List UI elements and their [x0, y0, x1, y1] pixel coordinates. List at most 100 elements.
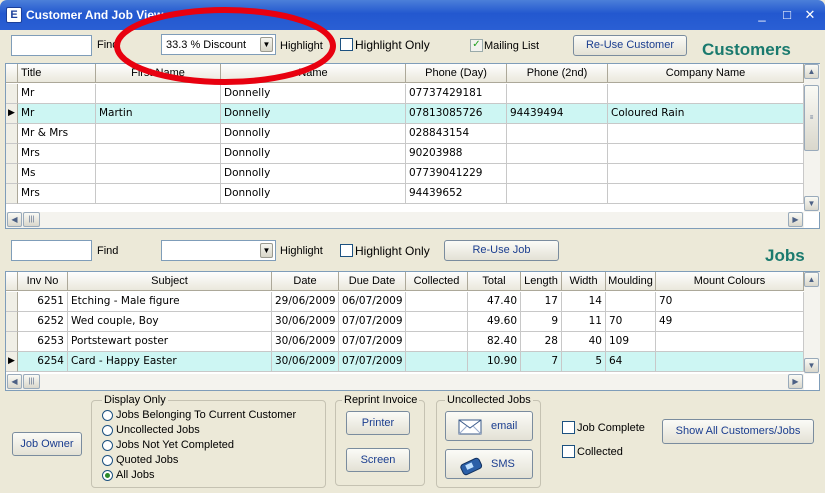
job-cell[interactable]: 7 — [521, 352, 562, 372]
col-header-collected[interactable]: Collected — [406, 272, 468, 291]
job-cell[interactable]: 6251 — [18, 292, 68, 312]
job-cell[interactable]: 70 — [606, 312, 656, 332]
customer-cell[interactable]: 94439652 — [406, 184, 507, 204]
job-cell[interactable]: 07/07/2009 — [339, 312, 406, 332]
job-cell[interactable]: 6253 — [18, 332, 68, 352]
customer-cell[interactable]: Mrs — [18, 184, 96, 204]
job-cell[interactable]: 40 — [562, 332, 606, 352]
scroll-left-icon[interactable]: ◀ — [7, 212, 22, 227]
job-cell[interactable]: 6252 — [18, 312, 68, 332]
customer-cell[interactable] — [507, 164, 608, 184]
show-all-customers-jobs-button[interactable]: Show All Customers/Jobs — [662, 419, 814, 444]
close-button[interactable]: ✕ — [801, 6, 819, 24]
customer-cell[interactable]: 07739041229 — [406, 164, 507, 184]
reuse-job-button[interactable]: Re-Use Job — [444, 240, 559, 261]
row-selector[interactable] — [6, 144, 18, 164]
customer-cell[interactable]: Mr — [18, 84, 96, 104]
job-cell[interactable]: 30/06/2009 — [272, 352, 339, 372]
job-cell[interactable]: 82.40 — [468, 332, 521, 352]
job-cell[interactable]: 14 — [562, 292, 606, 312]
customer-cell[interactable] — [507, 144, 608, 164]
col-header-date[interactable]: Date — [272, 272, 339, 291]
job-cell[interactable] — [406, 352, 468, 372]
customer-cell[interactable]: Mr & Mrs — [18, 124, 96, 144]
job-cell[interactable]: Portstewart poster — [68, 332, 272, 352]
scroll-up-icon[interactable]: ▲ — [804, 272, 819, 287]
row-selector[interactable]: ▶ — [6, 104, 18, 124]
customer-cell[interactable]: Donnolly — [221, 124, 406, 144]
row-selector[interactable] — [6, 184, 18, 204]
display-only-radio[interactable] — [102, 470, 113, 481]
job-cell[interactable]: 70 — [656, 292, 804, 312]
customer-cell[interactable]: Ms — [18, 164, 96, 184]
col-header-moulding[interactable]: Moulding — [606, 272, 656, 291]
customer-cell[interactable] — [608, 144, 804, 164]
customer-cell[interactable]: Coloured Rain — [608, 104, 804, 124]
job-cell[interactable] — [656, 332, 804, 352]
col-header-inv-no[interactable]: Inv No — [18, 272, 68, 291]
maximize-button[interactable]: □ — [778, 6, 796, 24]
job-cell[interactable] — [656, 352, 804, 372]
row-selector[interactable] — [6, 164, 18, 184]
chevron-down-icon[interactable]: ▼ — [260, 243, 273, 258]
job-cell[interactable]: 109 — [606, 332, 656, 352]
customer-cell[interactable] — [96, 124, 221, 144]
job-cell[interactable]: Card - Happy Easter — [68, 352, 272, 372]
col-header-due-date[interactable]: Due Date — [339, 272, 406, 291]
job-cell[interactable]: 10.90 — [468, 352, 521, 372]
customer-cell[interactable] — [608, 164, 804, 184]
sms-button[interactable]: SMS — [445, 449, 533, 479]
job-cell[interactable]: 64 — [606, 352, 656, 372]
job-cell[interactable]: 49 — [656, 312, 804, 332]
job-cell[interactable]: 49.60 — [468, 312, 521, 332]
job-cell[interactable]: Wed couple, Boy — [68, 312, 272, 332]
row-selector[interactable] — [6, 332, 18, 352]
customers-vscrollbar[interactable]: ▲ ≡ ▼ — [804, 64, 820, 212]
job-cell[interactable]: 06/07/2009 — [339, 292, 406, 312]
customer-cell[interactable]: Donnolly — [221, 144, 406, 164]
customer-cell[interactable] — [507, 84, 608, 104]
job-cell[interactable]: 30/06/2009 — [272, 332, 339, 352]
reprint-printer-button[interactable]: Printer — [346, 411, 410, 435]
col-header-mount-colours[interactable]: Mount Colours — [656, 272, 804, 291]
job-cell[interactable] — [606, 292, 656, 312]
display-only-radio[interactable] — [102, 425, 113, 436]
scroll-thumb[interactable]: ≡ — [804, 85, 819, 151]
customer-cell[interactable]: Donnolly — [221, 164, 406, 184]
reprint-screen-button[interactable]: Screen — [346, 448, 410, 472]
minimize-button[interactable]: _ — [753, 6, 771, 24]
customer-cell[interactable]: Mrs — [18, 144, 96, 164]
col-header-company-name[interactable]: Company Name — [608, 64, 804, 83]
scroll-down-icon[interactable]: ▼ — [804, 196, 819, 211]
job-cell[interactable] — [406, 312, 468, 332]
scroll-down-icon[interactable]: ▼ — [804, 358, 819, 373]
job-cell[interactable]: 5 — [562, 352, 606, 372]
col-header-phone-2nd[interactable]: Phone (2nd) — [507, 64, 608, 83]
job-find-input[interactable] — [11, 240, 92, 261]
job-cell[interactable]: 07/07/2009 — [339, 332, 406, 352]
col-header-subject[interactable]: Subject — [68, 272, 272, 291]
customer-cell[interactable] — [608, 84, 804, 104]
col-header-length[interactable]: Length — [521, 272, 562, 291]
col-header-total[interactable]: Total — [468, 272, 521, 291]
row-selector[interactable] — [6, 292, 18, 312]
job-highlight-only-checkbox[interactable] — [340, 244, 353, 257]
job-cell[interactable]: 9 — [521, 312, 562, 332]
customer-cell[interactable] — [507, 124, 608, 144]
customer-cell[interactable]: Mr — [18, 104, 96, 124]
email-button[interactable]: email — [445, 411, 533, 441]
customer-cell[interactable] — [608, 124, 804, 144]
customer-highlight-only-checkbox[interactable] — [340, 38, 353, 51]
jobs-vscrollbar[interactable]: ▲ ▼ — [804, 272, 820, 374]
display-only-radio[interactable] — [102, 410, 113, 421]
scroll-thumb[interactable]: ||| — [23, 212, 40, 227]
job-cell[interactable] — [406, 332, 468, 352]
customer-cell[interactable]: 028843154 — [406, 124, 507, 144]
customer-cell[interactable] — [96, 164, 221, 184]
scroll-left-icon[interactable]: ◀ — [7, 374, 22, 389]
job-cell[interactable]: 6254 — [18, 352, 68, 372]
jobs-hscrollbar[interactable]: ◀ ||| ▶ — [6, 374, 804, 390]
row-selector[interactable] — [6, 312, 18, 332]
job-cell[interactable]: 11 — [562, 312, 606, 332]
row-selector[interactable]: ▶ — [6, 352, 18, 372]
